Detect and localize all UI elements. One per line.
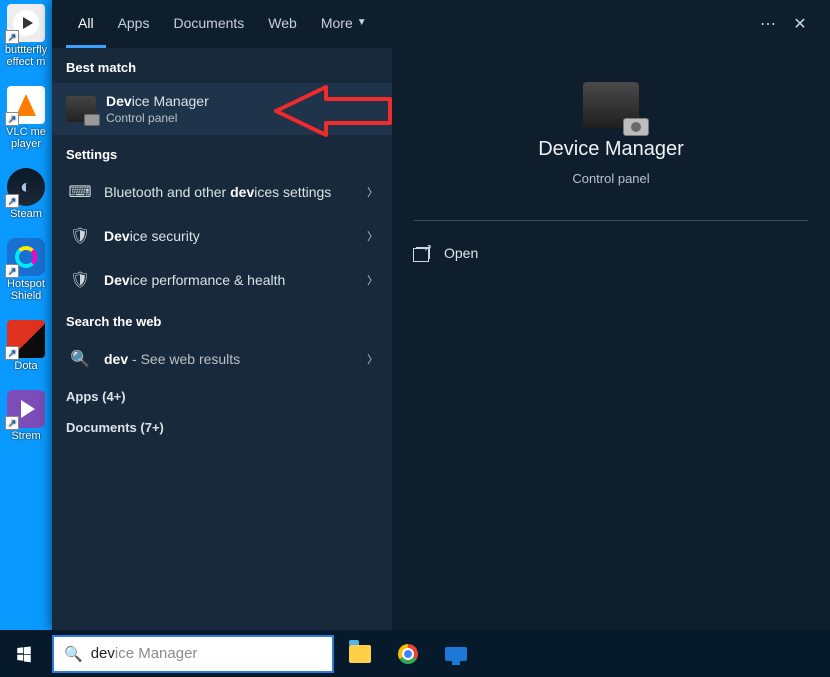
shortcut-arrow-icon: ↗ <box>5 416 19 430</box>
start-search-flyout: All Apps Documents Web More ▼ ⋯ ✕ Best ma… <box>52 0 830 630</box>
desktop-icon-label: buttterfly effect m <box>2 44 50 68</box>
tab-label: Web <box>268 15 297 31</box>
desktop-icon-steam[interactable]: ◐↗ Steam <box>2 168 50 220</box>
search-input[interactable]: 🔍 device Manager <box>52 635 334 673</box>
result-title: Device security <box>104 228 359 244</box>
desktop-icon-butterfly[interactable]: ↗ buttterfly effect m <box>2 4 50 68</box>
result-title: dev - See web results <box>104 351 359 367</box>
result-subtitle: Control panel <box>106 111 378 125</box>
shield-icon: 🛡 <box>66 266 94 294</box>
shortcut-arrow-icon: ↗ <box>5 264 19 278</box>
chevron-down-icon: ▼ <box>357 17 367 28</box>
section-apps-count[interactable]: Apps (4+) <box>52 381 392 412</box>
tab-all[interactable]: All <box>66 0 106 48</box>
taskbar-file-explorer[interactable] <box>338 630 382 677</box>
section-best-match: Best match <box>52 48 392 83</box>
preview-subtitle: Control panel <box>572 171 649 186</box>
desktop-icon-hotspot-shield[interactable]: ↗ Hotspot Shield <box>2 238 50 302</box>
shield-icon: 🛡 <box>66 222 94 250</box>
taskbar-chrome[interactable] <box>386 630 430 677</box>
open-icon: ↗ <box>416 247 430 259</box>
section-label: Apps (4+) <box>66 389 378 404</box>
preview-hero: Device Manager Control panel <box>414 74 808 202</box>
desktop-icon-vlc[interactable]: ↗ VLC me player <box>2 86 50 150</box>
result-bluetooth-devices[interactable]: ⌨ Bluetooth and other devices settings 〉 <box>52 170 392 214</box>
desktop-icon-label: Steam <box>10 208 42 220</box>
desktop-icon-label: Dota <box>14 360 37 372</box>
result-web-dev[interactable]: 🔍 dev - See web results 〉 <box>52 337 392 381</box>
desktop-icon-stremio[interactable]: ↗ Strem <box>2 390 50 442</box>
shortcut-arrow-icon: ↗ <box>5 30 19 44</box>
chevron-right-icon: 〉 <box>367 351 378 367</box>
taskbar-display[interactable] <box>434 630 478 677</box>
section-search-web: Search the web <box>52 302 392 337</box>
action-label: Open <box>444 245 478 261</box>
file-explorer-icon <box>349 645 371 663</box>
search-icon: 🔍 <box>64 645 83 663</box>
tab-documents[interactable]: Documents <box>161 0 256 48</box>
result-title: Bluetooth and other devices settings <box>104 184 359 200</box>
result-device-manager[interactable]: Device Manager Control panel <box>52 83 392 135</box>
search-icon: 🔍 <box>66 345 94 373</box>
search-results-list: Best match Device Manager Control panel … <box>52 48 392 630</box>
desktop-icon-column: ↗ buttterfly effect m ↗ VLC me player ◐↗… <box>0 0 52 630</box>
taskbar: 🔍 device Manager <box>0 630 830 677</box>
desktop-icon-label: Hotspot Shield <box>2 278 50 302</box>
action-open[interactable]: ↗ Open <box>414 237 808 269</box>
result-device-performance[interactable]: 🛡 Device performance & health 〉 <box>52 258 392 302</box>
result-title: Device performance & health <box>104 272 359 288</box>
section-settings: Settings <box>52 135 392 170</box>
device-manager-icon <box>583 82 639 128</box>
devices-icon: ⌨ <box>66 178 94 206</box>
screen: ↗ buttterfly effect m ↗ VLC me player ◐↗… <box>0 0 830 677</box>
chrome-icon <box>398 644 418 664</box>
section-label: Documents (7+) <box>66 420 378 435</box>
search-query-text: device Manager <box>91 645 198 662</box>
tab-web[interactable]: Web <box>256 0 309 48</box>
tab-label: Apps <box>118 15 150 31</box>
tab-label: Documents <box>173 15 244 31</box>
shortcut-arrow-icon: ↗ <box>5 346 19 360</box>
section-documents-count[interactable]: Documents (7+) <box>52 412 392 443</box>
search-preview-pane: Device Manager Control panel ↗ Open <box>392 48 830 630</box>
close-button[interactable]: ✕ <box>784 8 816 40</box>
device-manager-icon <box>66 96 96 122</box>
shortcut-arrow-icon: ↗ <box>5 194 19 208</box>
desktop-icon-label: Strem <box>11 430 40 442</box>
result-device-security[interactable]: 🛡 Device security 〉 <box>52 214 392 258</box>
desktop-icon-label: VLC me player <box>2 126 50 150</box>
windows-logo-icon <box>15 645 33 663</box>
tab-label: More <box>321 15 353 31</box>
start-button[interactable] <box>0 630 48 677</box>
desktop-icon-dota[interactable]: ↗ Dota <box>2 320 50 372</box>
search-tabs-bar: All Apps Documents Web More ▼ ⋯ ✕ <box>52 0 830 48</box>
chevron-right-icon: 〉 <box>367 184 378 200</box>
monitor-icon <box>445 647 467 661</box>
tab-label: All <box>78 15 94 31</box>
chevron-right-icon: 〉 <box>367 228 378 244</box>
result-title: Device Manager <box>106 93 378 109</box>
shortcut-arrow-icon: ↗ <box>5 112 19 126</box>
tab-apps[interactable]: Apps <box>106 0 162 48</box>
tab-more[interactable]: More ▼ <box>309 0 379 48</box>
preview-title: Device Manager <box>538 138 684 161</box>
chevron-right-icon: 〉 <box>367 272 378 288</box>
more-options-button[interactable]: ⋯ <box>752 8 784 40</box>
